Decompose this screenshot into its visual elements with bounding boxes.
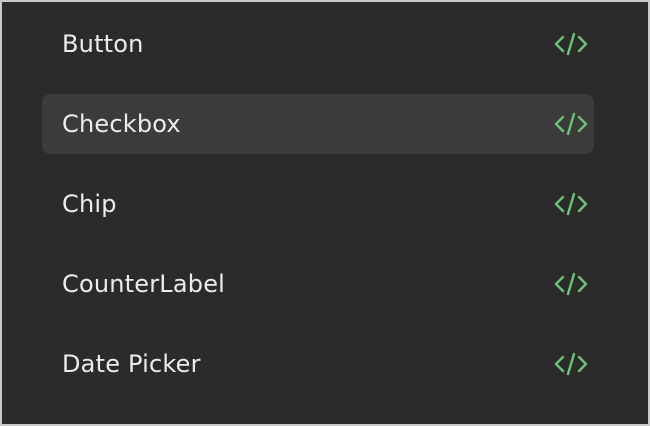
list-item-label: Chip: [62, 190, 117, 218]
list-item-counterlabel[interactable]: CounterLabel: [42, 254, 594, 314]
list-item-date-picker[interactable]: Date Picker: [42, 334, 594, 394]
code-icon[interactable]: [554, 191, 588, 217]
list-item-label: CounterLabel: [62, 270, 226, 298]
list-item-button[interactable]: Button: [42, 14, 594, 74]
code-icon[interactable]: [554, 111, 588, 137]
component-list: Button Checkbox Chip CounterLabel Date P…: [42, 14, 594, 414]
list-item-label: Checkbox: [62, 110, 181, 138]
list-item-checkbox[interactable]: Checkbox: [42, 94, 594, 154]
list-item-label: Button: [62, 30, 144, 58]
component-list-panel: Button Checkbox Chip CounterLabel Date P…: [0, 0, 650, 426]
code-icon[interactable]: [554, 351, 588, 377]
list-item-chip[interactable]: Chip: [42, 174, 594, 234]
code-icon[interactable]: [554, 271, 588, 297]
code-icon[interactable]: [554, 31, 588, 57]
list-item-label: Date Picker: [62, 350, 201, 378]
